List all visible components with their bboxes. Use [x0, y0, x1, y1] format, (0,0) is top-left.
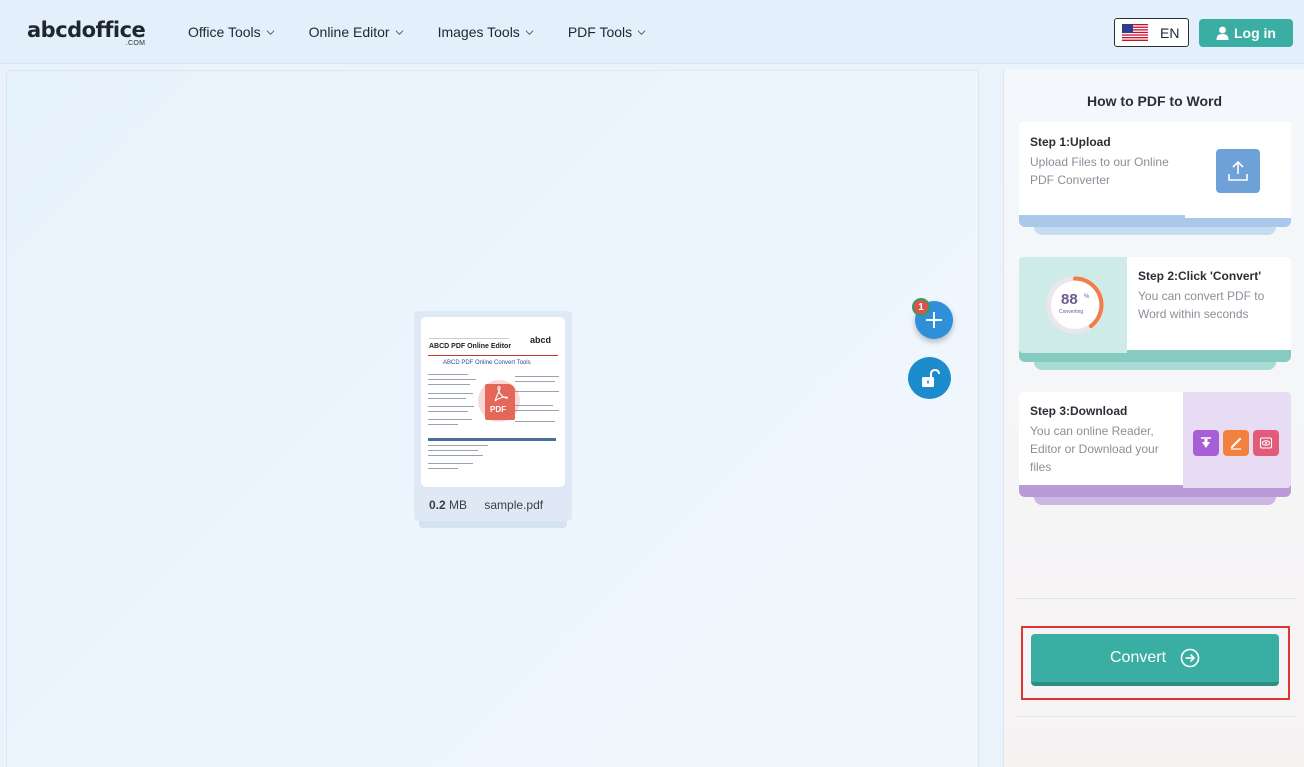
panel-title: How to PDF to Word: [1086, 93, 1223, 109]
thumb-title: ABCD PDF Online Editor: [429, 343, 512, 350]
unlock-button[interactable]: [908, 357, 951, 399]
upload-icon: [1216, 149, 1260, 193]
convert-label: Convert: [1109, 649, 1167, 666]
pdf-badge-text: PDF: [490, 405, 506, 414]
us-flag-icon: [1122, 24, 1148, 41]
file-name: sample.pdf: [484, 498, 544, 512]
nav-label: Office Tools: [188, 24, 261, 40]
chevron-down-icon: [266, 29, 275, 35]
step-title: Step 3:Download: [1030, 404, 1128, 418]
nav-office-tools[interactable]: Office Tools: [188, 24, 275, 40]
plus-icon: [926, 312, 942, 328]
step-illustration: [1185, 122, 1291, 218]
chevron-down-icon: [637, 29, 646, 35]
progress-unit: %: [1084, 294, 1090, 300]
step-upload-card: Step 1:Upload Upload Files to our Online…: [1019, 122, 1291, 235]
nav-images-tools[interactable]: Images Tools: [438, 24, 534, 40]
convert-button[interactable]: Convert: [1031, 634, 1279, 686]
nav-label: Online Editor: [308, 24, 390, 40]
nav-label: PDF Tools: [567, 24, 633, 40]
nav-pdf-tools[interactable]: PDF Tools: [568, 24, 646, 40]
main-nav: Office Tools Online Editor Images Tools …: [188, 0, 680, 64]
step-illustration: [1183, 392, 1291, 488]
step-title: Step 1:Upload: [1030, 135, 1111, 149]
eye-icon: [1253, 430, 1279, 456]
unlock-icon: [921, 368, 940, 387]
pencil-icon: [1223, 430, 1249, 456]
divider: [1016, 716, 1296, 717]
logo-sub-text: .COM: [125, 40, 146, 47]
file-size-unit: MB: [449, 498, 468, 512]
download-icon: [1193, 430, 1219, 456]
user-icon: [1216, 26, 1229, 40]
step-title: Step 2:Click 'Convert': [1138, 269, 1262, 283]
step-convert-card: 88 % Converting Step 2:Click 'Convert' Y…: [1019, 257, 1291, 370]
step-description: Upload Files to our Online PDF Converter: [1030, 155, 1169, 187]
thumb-logo: abcd: [530, 335, 552, 345]
pdf-file-icon: PDF: [478, 380, 520, 422]
arrow-right-circle-icon: [1180, 648, 1200, 668]
step-description: You can convert PDF to Word within secon…: [1138, 289, 1265, 321]
top-header: abcdoffice .COM Office Tools Online Edit…: [0, 0, 1304, 64]
step-illustration: 88 % Converting: [1019, 257, 1127, 353]
file-count-badge: 1: [912, 298, 930, 316]
nav-label: Images Tools: [437, 24, 520, 40]
thumb-subtitle: ABCD PDF Online Convert Tools: [443, 360, 531, 366]
language-code: EN: [1160, 24, 1180, 41]
step-description: You can online Reader, Editor or Downloa…: [1030, 424, 1159, 474]
file-card[interactable]: abcd ABCD PDF Online Editor ABCD PDF Onl…: [414, 311, 572, 521]
logo-text: abcdoffice: [27, 18, 146, 42]
nav-online-editor[interactable]: Online Editor: [309, 24, 404, 40]
file-thumbnail: abcd ABCD PDF Online Editor ABCD PDF Onl…: [421, 317, 565, 487]
divider: [1016, 598, 1296, 599]
language-selector[interactable]: EN: [1114, 18, 1189, 47]
chevron-down-icon: [525, 29, 534, 35]
login-label: Log in: [1234, 25, 1276, 41]
login-button[interactable]: Log in: [1199, 19, 1293, 47]
progress-value: 88: [1061, 291, 1078, 308]
step-download-card: Step 3:Download You can online Reader, E…: [1019, 392, 1291, 505]
progress-label: Converting: [1059, 309, 1084, 315]
file-size-value: 0.2: [429, 498, 446, 512]
file-info: 0.2 MB sample.pdf: [429, 498, 543, 512]
how-to-panel: How to PDF to Word Step 1:Upload Upload …: [1003, 69, 1304, 767]
logo[interactable]: abcdoffice .COM: [27, 18, 146, 48]
chevron-down-icon: [395, 29, 404, 35]
